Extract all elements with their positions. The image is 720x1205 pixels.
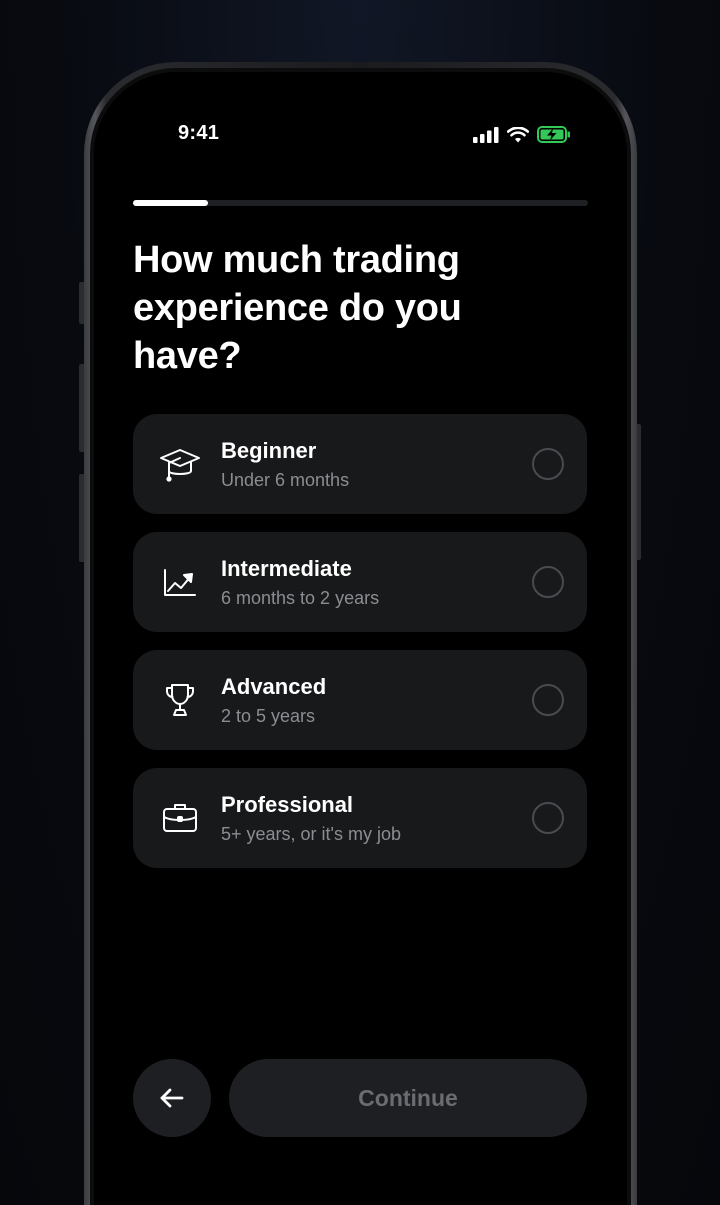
onboarding-progress-bar — [133, 200, 588, 206]
option-professional[interactable]: Professional 5+ years, or it's my job — [133, 768, 587, 868]
option-description: 5+ years, or it's my job — [221, 824, 401, 844]
cellular-signal-icon — [473, 126, 499, 143]
wifi-icon — [507, 126, 529, 142]
option-advanced[interactable]: Advanced 2 to 5 years — [133, 650, 587, 750]
option-description: 2 to 5 years — [221, 706, 316, 726]
radio-button[interactable] — [532, 448, 564, 480]
back-button[interactable] — [133, 1059, 211, 1137]
status-icons — [473, 126, 571, 143]
phone-bezel: 9:41 How much trading experience do you … — [90, 68, 631, 1205]
continue-button[interactable]: Continue — [229, 1059, 587, 1137]
option-label: Beginner — [221, 438, 317, 463]
option-label: Professional — [221, 792, 354, 817]
status-bar: 9:41 — [94, 122, 627, 152]
option-beginner[interactable]: Beginner Under 6 months — [133, 414, 587, 514]
briefcase-icon — [163, 804, 197, 832]
radio-button[interactable] — [532, 566, 564, 598]
trend-chart-icon — [164, 569, 196, 596]
arrow-left-icon — [160, 1088, 184, 1108]
option-description: 6 months to 2 years — [221, 588, 380, 608]
phone-screen: 9:41 How much trading experience do you … — [94, 72, 627, 1205]
trophy-icon — [166, 684, 194, 716]
battery-charging-icon — [537, 126, 570, 143]
radio-button[interactable] — [532, 684, 564, 716]
option-label: Advanced — [221, 674, 327, 699]
option-label: Intermediate — [221, 556, 352, 581]
status-time: 9:41 — [178, 122, 220, 144]
graduation-cap-icon — [160, 449, 200, 482]
page-title: How much trading experience do you have? — [133, 239, 462, 377]
footer-actions: Continue — [133, 1059, 587, 1137]
option-intermediate[interactable]: Intermediate 6 months to 2 years — [133, 532, 587, 632]
experience-options: Beginner Under 6 months Intermediate 6 m… — [133, 414, 587, 886]
option-description: Under 6 months — [221, 470, 350, 490]
progress-fill — [133, 200, 209, 206]
phone-frame: 9:41 How much trading experience do you … — [84, 62, 637, 1205]
radio-button[interactable] — [532, 802, 564, 834]
